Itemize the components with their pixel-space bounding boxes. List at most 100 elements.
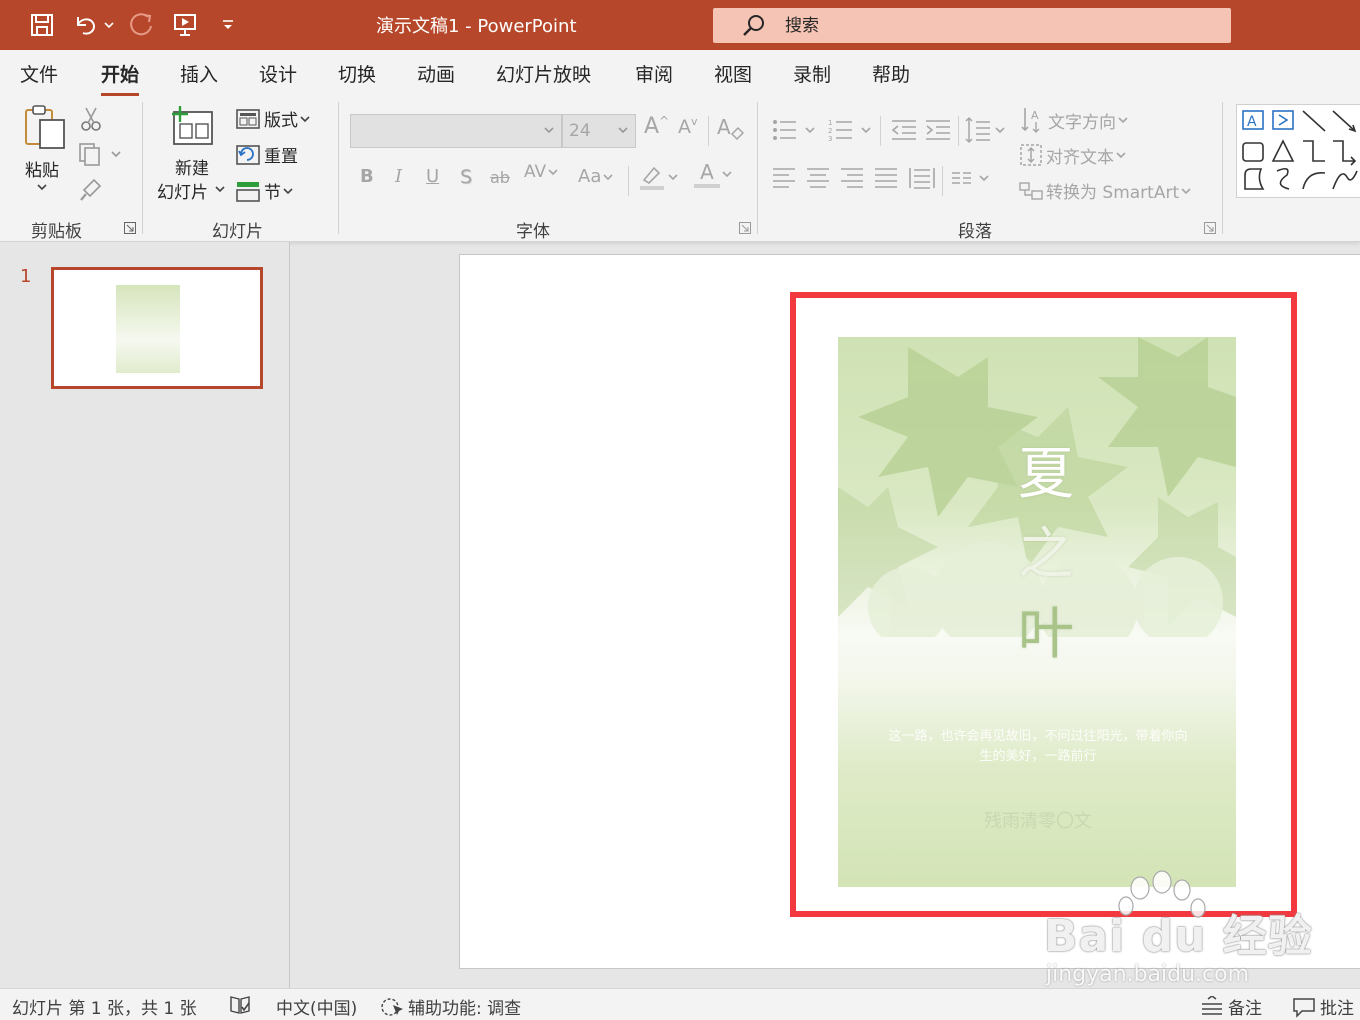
change-case-icon: Aa bbox=[578, 166, 602, 187]
strikethrough-button[interactable]: ab bbox=[490, 168, 510, 187]
chevron-down-icon bbox=[722, 171, 732, 178]
svg-text:2: 2 bbox=[828, 127, 832, 135]
align-text-button[interactable]: 对齐文本 bbox=[1018, 142, 1128, 168]
paste-button[interactable]: 粘贴 bbox=[25, 156, 59, 181]
redo-icon[interactable] bbox=[126, 8, 158, 42]
ribbon: 粘贴 剪贴板 新建 幻灯片 版式 重置 节 幻灯片 24 A ^ A v A B… bbox=[0, 96, 1360, 242]
window-title: 演示文稿1 - PowerPoint bbox=[376, 16, 577, 37]
search-input[interactable] bbox=[785, 13, 1205, 38]
columns-icon bbox=[952, 172, 989, 184]
increase-indent-icon[interactable] bbox=[924, 118, 952, 142]
format-painter-icon[interactable] bbox=[78, 176, 104, 202]
font-color-button[interactable]: A bbox=[694, 160, 734, 188]
tab-home[interactable]: 开始 bbox=[101, 60, 140, 96]
new-slide-label-1[interactable]: 新建 bbox=[175, 154, 209, 179]
separator bbox=[958, 116, 959, 146]
customize-toolbar-icon[interactable] bbox=[216, 8, 240, 42]
tab-review[interactable]: 审阅 bbox=[635, 60, 673, 87]
grow-font-button[interactable]: A ^ bbox=[644, 114, 669, 140]
watermark-url: jingyan.baidu.com bbox=[1046, 962, 1250, 987]
slide-number: 1 bbox=[20, 266, 32, 287]
line-spacing-icon bbox=[965, 116, 1005, 144]
tab-design[interactable]: 设计 bbox=[259, 60, 297, 87]
clipboard-launcher-icon[interactable] bbox=[124, 222, 136, 234]
accessibility-status[interactable]: 辅助功能: 调查 bbox=[380, 994, 521, 1019]
highlight-box bbox=[790, 292, 1297, 917]
convert-smartart-button[interactable]: 转换为 SmartArt bbox=[1018, 178, 1193, 203]
slide-count-status: 幻灯片 第 1 张，共 1 张 bbox=[12, 999, 197, 1019]
layout-icon bbox=[236, 108, 260, 129]
layout-button[interactable]: 版式 bbox=[236, 106, 312, 131]
decrease-indent-icon[interactable] bbox=[890, 118, 918, 142]
numbering-button[interactable]: 123 bbox=[828, 118, 878, 142]
highlight-color-button[interactable] bbox=[638, 162, 680, 192]
separator bbox=[708, 116, 709, 146]
italic-button[interactable]: I bbox=[395, 166, 402, 187]
chevron-down-icon bbox=[1118, 117, 1128, 124]
save-icon[interactable] bbox=[26, 8, 58, 42]
new-slide-label-2[interactable]: 幻灯片 bbox=[157, 178, 208, 203]
shapes-gallery[interactable]: A bbox=[1236, 104, 1360, 198]
tab-transitions[interactable]: 切换 bbox=[338, 60, 376, 87]
section-dropdown-icon bbox=[283, 187, 293, 194]
reset-icon bbox=[236, 144, 260, 165]
font-launcher-icon[interactable] bbox=[739, 222, 751, 234]
underline-button[interactable]: U bbox=[426, 166, 439, 187]
highlighter-icon bbox=[640, 166, 664, 190]
bullets-button[interactable] bbox=[772, 118, 822, 142]
search-box[interactable] bbox=[713, 8, 1231, 43]
watermark-brand: Bai du 经验 bbox=[1044, 911, 1313, 962]
status-bar: 幻灯片 第 1 张，共 1 张 中文(中国) 辅助功能: 调查 备注 批注 bbox=[0, 988, 1360, 1020]
clear-formatting-icon[interactable]: A bbox=[716, 114, 744, 142]
distributed-icon[interactable] bbox=[908, 166, 936, 190]
svg-text:A: A bbox=[1247, 114, 1257, 130]
accessibility-icon bbox=[381, 997, 403, 1016]
reset-button[interactable]: 重置 bbox=[236, 142, 298, 167]
tab-slide-show[interactable]: 幻灯片放映 bbox=[496, 60, 591, 87]
paste-dropdown-icon[interactable] bbox=[36, 182, 48, 192]
new-slide-icon[interactable] bbox=[168, 104, 216, 148]
present-from-start-icon[interactable] bbox=[170, 8, 200, 42]
paragraph-launcher-icon[interactable] bbox=[1204, 222, 1216, 234]
layout-dropdown-icon bbox=[300, 115, 310, 122]
line-spacing-button[interactable] bbox=[964, 116, 1008, 144]
tab-animations[interactable]: 动画 bbox=[417, 60, 455, 87]
slide-thumbnail[interactable] bbox=[51, 267, 263, 389]
comments-button[interactable]: 批注 bbox=[1292, 994, 1354, 1019]
separator bbox=[757, 102, 758, 234]
chevron-down-icon bbox=[603, 173, 613, 180]
align-left-icon[interactable] bbox=[772, 166, 796, 188]
new-slide-dropdown-icon[interactable] bbox=[214, 184, 226, 194]
copy-icon[interactable] bbox=[78, 142, 124, 166]
tab-insert[interactable]: 插入 bbox=[180, 60, 218, 87]
align-text-label: 对齐文本 bbox=[1046, 147, 1114, 168]
smartart-icon bbox=[1019, 181, 1043, 200]
tab-record[interactable]: 录制 bbox=[793, 60, 831, 87]
font-size-combo[interactable]: 24 bbox=[562, 114, 636, 148]
columns-button[interactable] bbox=[950, 168, 992, 188]
paste-icon[interactable] bbox=[22, 104, 68, 152]
text-shadow-button[interactable]: S bbox=[460, 166, 472, 188]
ribbon-tabs: 文件 开始 插入 设计 切换 动画 幻灯片放映 审阅 视图 录制 帮助 bbox=[0, 50, 1360, 96]
character-spacing-button[interactable]: AV bbox=[524, 162, 560, 182]
font-size-value: 24 bbox=[569, 121, 591, 141]
tab-view[interactable]: 视图 bbox=[714, 60, 752, 87]
chevron-down-icon bbox=[618, 127, 628, 134]
undo-dropdown-icon[interactable] bbox=[101, 8, 117, 42]
text-direction-button[interactable]: A 文字方向 bbox=[1020, 106, 1130, 134]
change-case-button[interactable]: Aa bbox=[578, 166, 615, 187]
language-status[interactable]: 中文(中国) bbox=[276, 994, 357, 1019]
tab-help[interactable]: 帮助 bbox=[872, 60, 910, 87]
font-name-combo[interactable] bbox=[350, 114, 562, 148]
align-center-icon[interactable] bbox=[806, 166, 830, 188]
undo-icon[interactable] bbox=[70, 8, 100, 42]
bold-button[interactable]: B bbox=[360, 166, 374, 187]
justify-icon[interactable] bbox=[874, 166, 898, 188]
section-button[interactable]: 节 bbox=[236, 178, 295, 203]
spelling-check-icon[interactable] bbox=[228, 993, 252, 1017]
cut-icon[interactable] bbox=[80, 106, 102, 132]
tab-file[interactable]: 文件 bbox=[20, 60, 58, 87]
align-right-icon[interactable] bbox=[840, 166, 864, 188]
notes-button[interactable]: 备注 bbox=[1200, 994, 1262, 1019]
shrink-font-button[interactable]: Av bbox=[678, 115, 698, 139]
